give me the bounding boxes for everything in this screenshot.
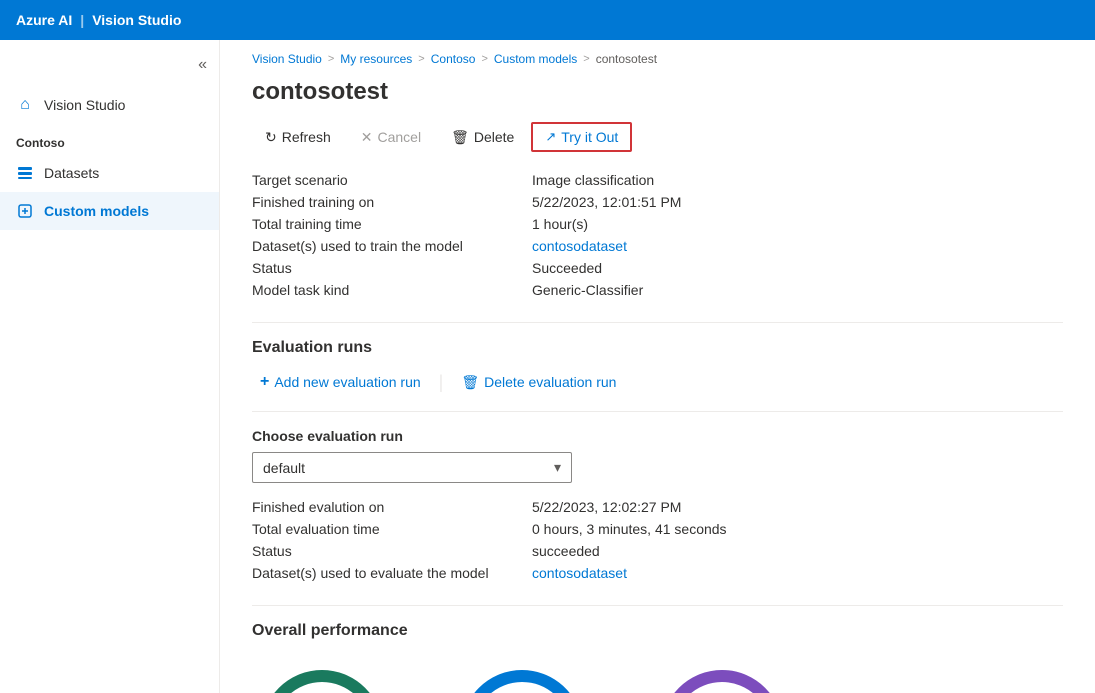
eval-dataset-link[interactable]: contosodataset — [532, 565, 627, 581]
sidebar-item-datasets[interactable]: Datasets — [0, 154, 219, 192]
toolbar: ↻ Refresh ✕ Cancel 🗑 Delete ↗ Try it Out — [252, 122, 1063, 152]
breadcrumb-item-4: contosotest — [596, 52, 657, 66]
chevron-down-icon: ▾ — [554, 459, 561, 476]
delete-evaluation-button[interactable]: 🗑 Delete evaluation run — [453, 370, 624, 395]
add-evaluation-button[interactable]: + Add new evaluation run — [252, 369, 429, 395]
appname-label: Vision Studio — [92, 12, 181, 28]
model-task-value: Generic-Classifier — [532, 282, 1063, 298]
sidebar-collapse-area: « — [0, 48, 219, 86]
eval-sep: | — [439, 372, 444, 393]
finished-training-value: 5/22/2023, 12:01:51 PM — [532, 194, 1063, 210]
gauge-item-2: 100.0%Accuracy - Top 5 i — [652, 656, 792, 693]
breadcrumb-sep-3: > — [583, 53, 589, 65]
gauge-item-0: 100.0%Average precision i — [252, 656, 392, 693]
page-title: contosotest — [252, 78, 1063, 106]
sidebar-custom-models-label: Custom models — [44, 203, 149, 219]
model-info-table: Target scenario Image classification Fin… — [252, 172, 1063, 298]
eval-details-table: Finished evalution on 5/22/2023, 12:02:2… — [252, 499, 1063, 581]
delete-label: Delete — [474, 129, 514, 145]
add-evaluation-label: Add new evaluation run — [274, 374, 420, 390]
dataset-train-link[interactable]: contosodataset — [532, 238, 627, 254]
refresh-label: Refresh — [282, 129, 331, 145]
divider-2 — [252, 411, 1063, 412]
breadcrumb-item-1[interactable]: My resources — [340, 52, 412, 66]
delete-icon: 🗑 — [451, 129, 469, 146]
sidebar-home-label: Vision Studio — [44, 97, 125, 113]
cancel-button[interactable]: ✕ Cancel — [348, 123, 434, 152]
gauge-svg-2: 100.0% — [652, 656, 792, 693]
app-layout: « ⌂ Vision Studio Contoso Datasets Custo… — [0, 40, 1095, 693]
main-content: Vision Studio > My resources > Contoso >… — [220, 40, 1095, 693]
eval-total-time-value: 0 hours, 3 minutes, 41 seconds — [532, 521, 1063, 537]
divider-3 — [252, 605, 1063, 606]
gauge-item-1: 96.9%Accuracy - Top 1 i — [452, 656, 592, 693]
try-it-out-icon: ↗ — [545, 129, 556, 145]
evaluation-section-heading: Evaluation runs — [252, 339, 1063, 357]
target-scenario-label: Target scenario — [252, 172, 532, 188]
try-it-out-label: Try it Out — [561, 129, 618, 145]
topbar-separator: | — [80, 12, 84, 28]
sidebar-section-label: Contoso — [0, 124, 219, 154]
choose-eval-label: Choose evaluation run — [252, 428, 1063, 444]
breadcrumb-sep-0: > — [328, 53, 334, 65]
dataset-train-value: contosodataset — [532, 238, 1063, 254]
delete-evaluation-label: Delete evaluation run — [484, 374, 616, 390]
breadcrumb-item-2[interactable]: Contoso — [431, 52, 476, 66]
sidebar: « ⌂ Vision Studio Contoso Datasets Custo… — [0, 40, 220, 693]
eval-dataset-label: Dataset(s) used to evaluate the model — [252, 565, 532, 581]
eval-finished-value: 5/22/2023, 12:02:27 PM — [532, 499, 1063, 515]
home-icon: ⌂ — [16, 96, 34, 114]
sidebar-item-home[interactable]: ⌂ Vision Studio — [0, 86, 219, 124]
brand-label: Azure AI — [16, 12, 72, 28]
eval-total-time-label: Total evaluation time — [252, 521, 532, 537]
divider-1 — [252, 322, 1063, 323]
custom-models-icon — [16, 202, 34, 220]
eval-dropdown[interactable]: default ▾ — [252, 452, 572, 483]
model-task-label: Model task kind — [252, 282, 532, 298]
eval-finished-label: Finished evalution on — [252, 499, 532, 515]
sidebar-item-custom-models[interactable]: Custom models — [0, 192, 219, 230]
cancel-label: Cancel — [378, 129, 422, 145]
status-label: Status — [252, 260, 532, 276]
topbar: Azure AI | Vision Studio — [0, 0, 1095, 40]
finished-training-label: Finished training on — [252, 194, 532, 210]
sidebar-datasets-label: Datasets — [44, 165, 99, 181]
breadcrumb: Vision Studio > My resources > Contoso >… — [252, 40, 1063, 74]
dataset-train-label: Dataset(s) used to train the model — [252, 238, 532, 254]
breadcrumb-item-0[interactable]: Vision Studio — [252, 52, 322, 66]
gauge-svg-0: 100.0% — [252, 656, 392, 693]
target-scenario-value: Image classification — [532, 172, 1063, 188]
eval-actions: + Add new evaluation run | 🗑 Delete eval… — [252, 369, 1063, 395]
datasets-icon — [16, 164, 34, 182]
total-training-label: Total training time — [252, 216, 532, 232]
delete-eval-icon: 🗑 — [461, 374, 479, 391]
refresh-button[interactable]: ↻ Refresh — [252, 123, 344, 152]
eval-status-value: succeeded — [532, 543, 1063, 559]
sidebar-collapse-button[interactable]: « — [194, 52, 211, 78]
breadcrumb-sep-1: > — [418, 53, 424, 65]
total-training-value: 1 hour(s) — [532, 216, 1063, 232]
refresh-icon: ↻ — [265, 129, 277, 146]
breadcrumb-item-3[interactable]: Custom models — [494, 52, 577, 66]
eval-status-label: Status — [252, 543, 532, 559]
breadcrumb-sep-2: > — [481, 53, 487, 65]
add-icon: + — [260, 373, 269, 391]
eval-dataset-value: contosodataset — [532, 565, 1063, 581]
delete-button[interactable]: 🗑 Delete — [438, 123, 527, 152]
perf-gauges: 100.0%Average precision i 96.9%Accuracy -… — [252, 656, 1063, 693]
eval-dropdown-value: default — [263, 460, 305, 476]
performance-section-heading: Overall performance — [252, 622, 1063, 640]
status-value: Succeeded — [532, 260, 1063, 276]
gauge-svg-1: 96.9% — [452, 656, 592, 693]
cancel-icon: ✕ — [361, 129, 373, 146]
try-it-out-button[interactable]: ↗ Try it Out — [531, 122, 632, 152]
